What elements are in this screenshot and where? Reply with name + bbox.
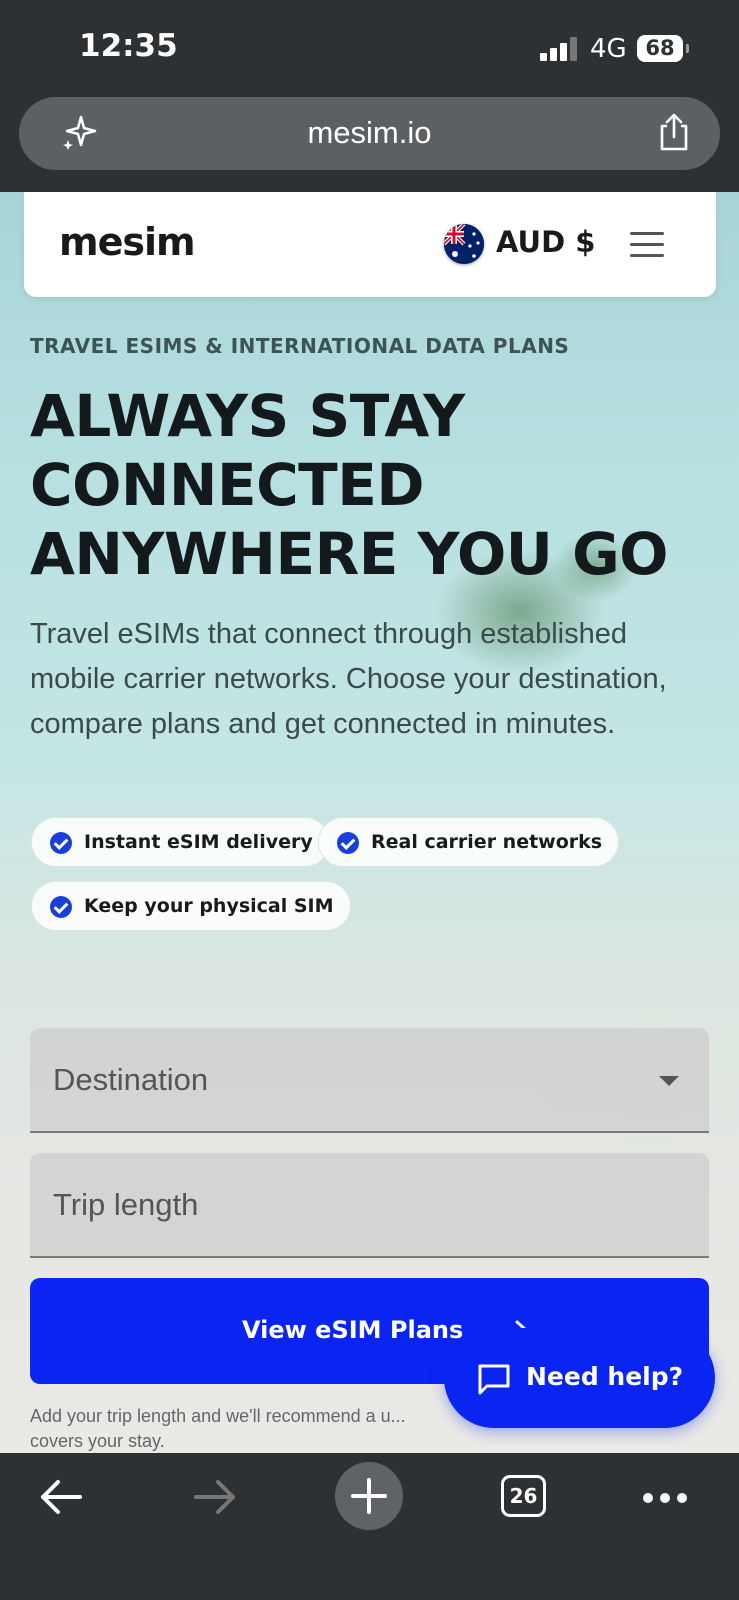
browser-toolbar: 26 (0, 1453, 739, 1600)
destination-select[interactable]: Destination (30, 1028, 709, 1133)
network-type: 4G (590, 34, 627, 64)
url-text[interactable]: mesim.io (19, 115, 720, 151)
hero-description: Travel eSIMs that connect through establ… (30, 618, 667, 740)
plus-icon (351, 1478, 387, 1514)
headline-line: CONNECTED (30, 451, 424, 519)
australia-flag-icon[interactable] (444, 224, 484, 264)
check-icon (50, 832, 72, 854)
hero-headline: ALWAYS STAY CONNECTED ANYWHERE YOU GO (30, 382, 720, 589)
site-logo[interactable]: mesim (59, 220, 196, 264)
feature-label: Keep your physical SIM (84, 895, 334, 917)
hamburger-menu-icon[interactable] (630, 232, 664, 258)
web-page: mesim AUD $ TRAVEL ESIMS & INTERNATIONAL… (0, 192, 739, 1453)
tabs-button[interactable]: 26 (501, 1475, 546, 1517)
feature-chip-physical-sim: Keep your physical SIM (31, 881, 351, 931)
forward-arrow-icon[interactable] (192, 1478, 238, 1516)
dropdown-caret-icon (659, 1076, 679, 1086)
trip-length-input[interactable]: Trip length (30, 1153, 709, 1258)
view-plans-label: View eSIM Plans (242, 1316, 464, 1344)
feature-label: Instant eSIM delivery (84, 831, 313, 853)
share-icon[interactable] (656, 112, 692, 152)
back-arrow-icon[interactable] (38, 1478, 84, 1516)
need-help-label: Need help? (526, 1362, 684, 1391)
feature-chip-instant-delivery: Instant eSIM delivery (31, 817, 330, 867)
headline-line: ALWAYS STAY (30, 382, 465, 450)
more-options-icon[interactable] (643, 1493, 687, 1503)
feature-chip-real-networks: Real carrier networks (318, 817, 620, 867)
trip-length-label: Trip length (53, 1187, 199, 1222)
hero-eyebrow: TRAVEL ESIMS & INTERNATIONAL DATA PLANS (30, 334, 570, 358)
chat-bubble-icon (478, 1364, 510, 1395)
address-bar[interactable]: mesim.io (19, 97, 720, 170)
currency-selector[interactable]: AUD $ (496, 225, 595, 259)
feature-label: Real carrier networks (371, 831, 603, 853)
battery-icon: 68 (637, 35, 689, 62)
status-bar: 12:35 4G 68 (0, 0, 739, 96)
trip-length-helper: Add your trip length and we'll recommend… (30, 1406, 406, 1451)
headline-line: ANYWHERE YOU GO (30, 520, 668, 588)
status-time: 12:35 (79, 28, 178, 64)
new-tab-button[interactable] (335, 1462, 403, 1530)
signal-icon (540, 37, 578, 61)
check-icon (50, 896, 72, 918)
site-header: mesim AUD $ (24, 192, 716, 297)
destination-label: Destination (53, 1062, 209, 1097)
need-help-button[interactable]: Need help? (444, 1328, 715, 1428)
check-icon (337, 832, 359, 854)
